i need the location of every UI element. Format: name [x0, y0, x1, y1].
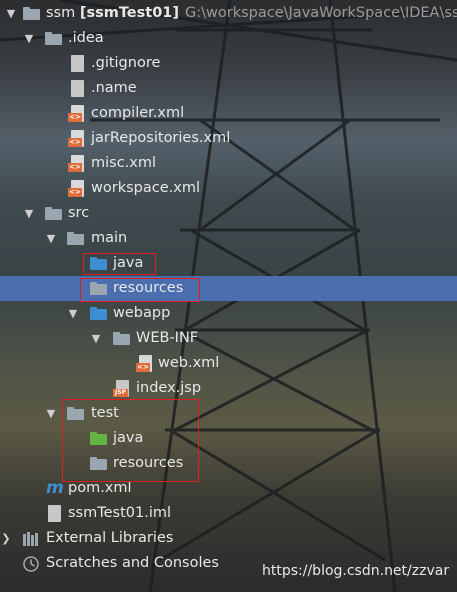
scratches-icon [23, 556, 39, 572]
folder-icon [45, 32, 62, 45]
tree-row-idea[interactable]: ▼ .idea [0, 26, 457, 51]
workspace-label: workspace.xml [91, 180, 200, 196]
gitignore-label: .gitignore [91, 55, 161, 71]
chevron-down-icon[interactable]: ▼ [90, 326, 102, 351]
tree-row-webxml[interactable]: <> web.xml [0, 351, 457, 376]
chevron-down-icon[interactable]: ▼ [45, 401, 57, 426]
folder-icon [45, 207, 62, 220]
watermark-text: https://blog.csdn.net/zzvar [262, 563, 450, 579]
highlight-test-folder [62, 399, 199, 482]
root-label: ssm [ssmTest01] G:\workspace\JavaWorkSpac… [46, 1, 457, 26]
text-file-icon [71, 80, 84, 97]
folder-icon [113, 332, 130, 345]
webinf-label: WEB-INF [136, 330, 199, 346]
tree-row-src[interactable]: ▼ src [0, 201, 457, 226]
tree-row-external-libraries[interactable]: ❯ External Libraries [0, 526, 457, 551]
scratches-label: Scratches and Consoles [46, 555, 219, 571]
main-label: main [91, 230, 128, 246]
libraries-icon [23, 531, 39, 546]
tree-row-gitignore[interactable]: .gitignore [0, 51, 457, 76]
webapp-label: webapp [113, 305, 171, 321]
xml-file-icon: <> [68, 155, 84, 172]
folder-icon [23, 7, 40, 20]
chevron-down-icon[interactable]: ▼ [5, 1, 17, 26]
iml-file-icon [48, 505, 61, 522]
tree-row-main[interactable]: ▼ main [0, 226, 457, 251]
tree-row-misc[interactable]: <> misc.xml [0, 151, 457, 176]
jarrepositories-label: jarRepositories.xml [91, 130, 231, 146]
chevron-right-icon[interactable]: ❯ [0, 526, 12, 551]
tree-row-workspace[interactable]: <> workspace.xml [0, 176, 457, 201]
external-libraries-label: External Libraries [46, 530, 174, 546]
project-path: G:\workspace\JavaWorkSpace\IDEA\ssm [185, 5, 457, 21]
xml-file-icon: <> [68, 180, 84, 197]
tree-row-compiler[interactable]: <> compiler.xml [0, 101, 457, 126]
web-folder-icon [90, 307, 107, 320]
tree-row-name[interactable]: .name [0, 76, 457, 101]
chevron-down-icon[interactable]: ▼ [45, 226, 57, 251]
highlight-main-resources [80, 278, 200, 302]
indexjsp-label: index.jsp [136, 380, 202, 396]
chevron-down-icon[interactable]: ▼ [67, 301, 79, 326]
tree-row-indexjsp[interactable]: JSP index.jsp [0, 376, 457, 401]
compiler-label: compiler.xml [91, 105, 185, 121]
webxml-label: web.xml [158, 355, 220, 371]
project-tree: ▼ ssm [ssmTest01] G:\workspace\JavaWorkSp… [0, 0, 457, 592]
xml-file-icon: <> [68, 105, 84, 122]
tree-row-webinf[interactable]: ▼ WEB-INF [0, 326, 457, 351]
name-file-label: .name [91, 80, 137, 96]
xml-file-icon: <> [136, 355, 152, 372]
xml-file-icon: <> [68, 130, 84, 147]
tree-row-webapp[interactable]: ▼ webapp [0, 301, 457, 326]
folder-icon [67, 232, 84, 245]
tree-row-main-resources[interactable]: resources [0, 276, 457, 301]
tree-row-jarrepositories[interactable]: <> jarRepositories.xml [0, 126, 457, 151]
iml-label: ssmTest01.iml [68, 505, 172, 521]
src-label: src [68, 205, 90, 221]
chevron-down-icon[interactable]: ▼ [23, 201, 35, 226]
tree-row-iml[interactable]: ssmTest01.iml [0, 501, 457, 526]
gitignore-file-icon [71, 55, 84, 72]
misc-label: misc.xml [91, 155, 157, 171]
tree-row-root[interactable]: ▼ ssm [ssmTest01] G:\workspace\JavaWorkSp… [0, 1, 457, 26]
chevron-down-icon[interactable]: ▼ [23, 26, 35, 51]
jsp-file-icon: JSP [113, 380, 129, 397]
highlight-main-java [83, 253, 156, 275]
tree-row-main-java[interactable]: java [0, 251, 457, 276]
idea-label: .idea [68, 30, 104, 46]
